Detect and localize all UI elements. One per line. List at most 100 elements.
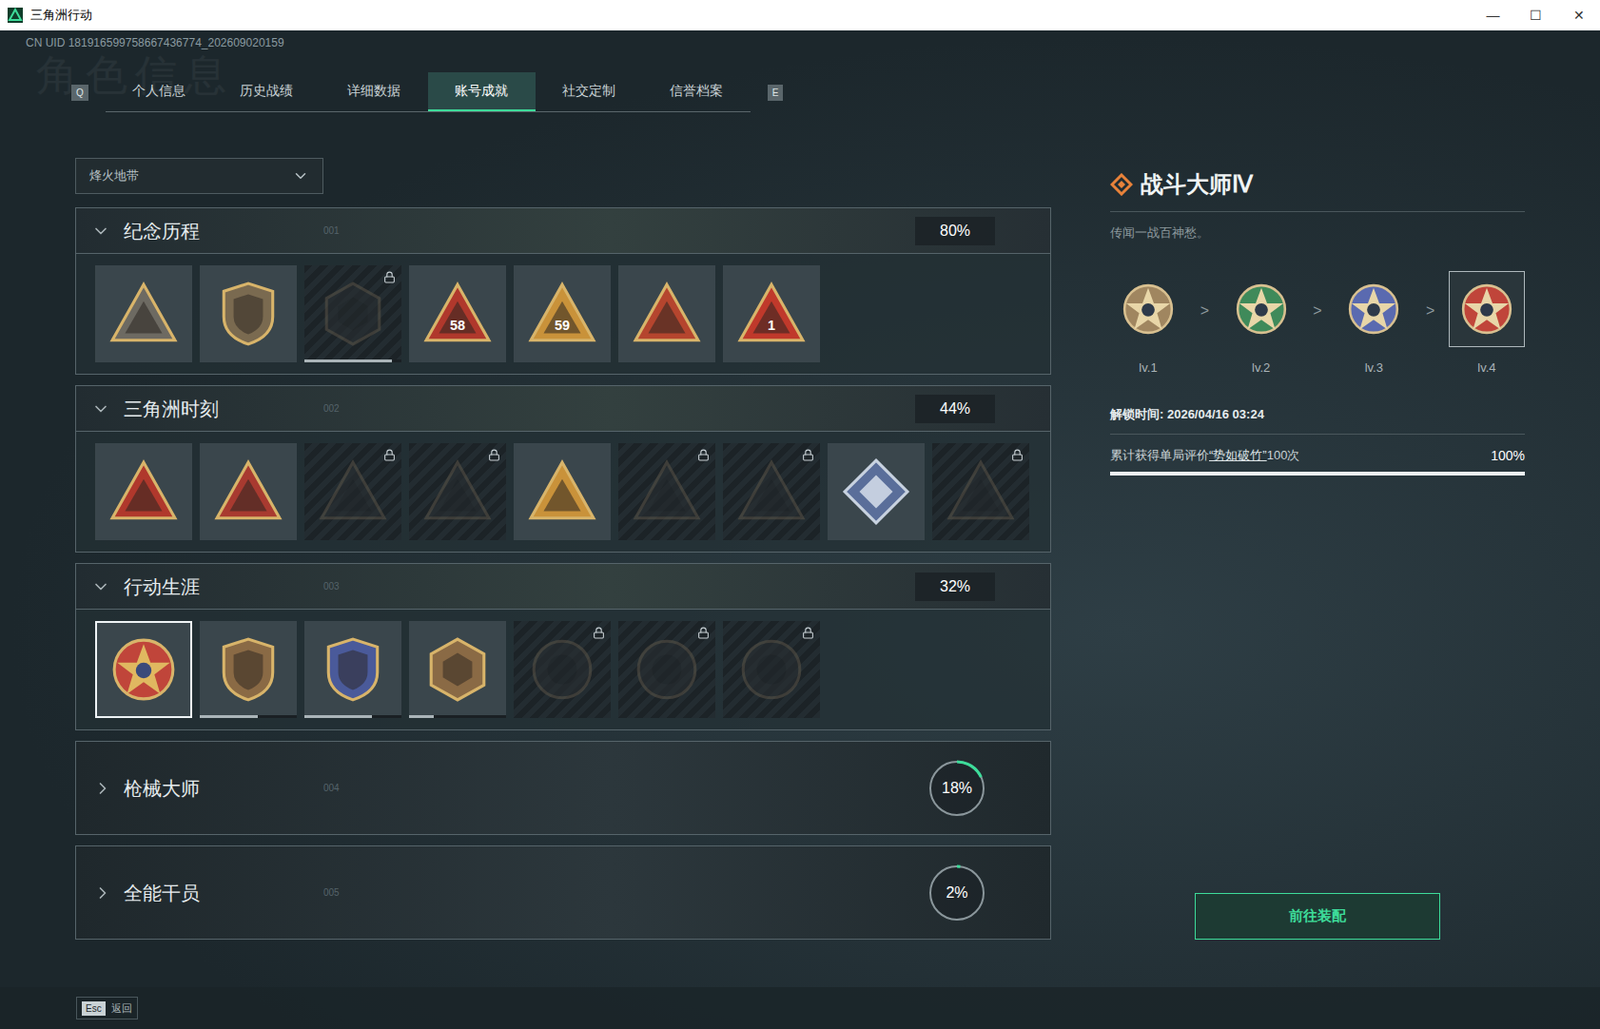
badge-icon [318,635,388,704]
achievement-section[interactable]: 全能干员0052% [75,845,1052,940]
key-hint: E [767,84,784,101]
achievement-badge[interactable] [95,265,193,363]
lock-icon [383,271,396,284]
tab[interactable]: 历史战绩 [213,72,321,112]
back-button[interactable]: Esc返回 [76,996,138,1021]
tab[interactable]: 账号成就 [428,72,536,112]
achievement-section: 纪念历程00180%58591 [75,207,1052,375]
badge-progress [304,715,402,719]
achievement-badge[interactable] [95,443,193,541]
section-header[interactable]: 三角洲时刻00244% [76,386,1051,432]
achievement-badge[interactable] [199,621,297,719]
level-badge-icon [1345,280,1403,338]
app-window: 三角洲行动—☐✕角色信息CN UID 181916599758667436774… [0,0,1600,1029]
condition: 累计获得单局评价“势如破竹”100次100% [1110,446,1525,467]
tab[interactable]: 社交定制 [535,72,644,112]
achievement-badge[interactable] [932,443,1030,541]
diamond-icon [1110,173,1133,196]
achievement-badge[interactable] [618,265,716,363]
achievement-section[interactable]: 枪械大师00418% [75,741,1052,836]
unlock-time: 解锁时间: 2026/04/16 03:24 [1110,405,1525,435]
section-code: 001 [323,223,340,238]
achievement-badge[interactable] [304,443,402,541]
lock-icon [1011,448,1024,462]
achievement-column: 烽火地带纪念历程00180%58591三角洲时刻00244%行动生涯00332%… [75,157,1052,940]
level-row: lv.1>lv.2>lv.3>lv.4 [1110,271,1525,378]
section-title: 行动生涯 [123,572,324,602]
chevron-down-icon [91,399,111,419]
badge-row [76,609,1051,730]
equip-button[interactable]: 前往装配 [1194,893,1441,940]
lock-icon [801,448,815,462]
achievement-badge[interactable] [199,443,297,541]
dropdown-arrow-icon [292,167,310,185]
detail-title: 战斗大师Ⅳ [1140,167,1253,202]
achievement-badge[interactable] [513,621,611,719]
level-item[interactable]: lv.1 [1110,271,1187,378]
achievement-badge[interactable] [95,621,193,719]
section-percent: 32% [915,572,996,602]
badge-icon [841,457,911,527]
section-title: 全能干员 [123,878,324,908]
window-control[interactable]: ☐ [1514,5,1558,26]
svg-text:1: 1 [767,317,776,333]
level-item[interactable]: lv.3 [1335,271,1412,378]
badge-icon [214,457,283,527]
achievement-badge[interactable] [618,443,716,541]
badge-icon [214,279,283,349]
tab[interactable]: 个人信息 [105,72,214,112]
tab[interactable]: 信誉档案 [643,72,751,112]
uid-label: CN UID 181916599758667436774_20260902015… [0,30,1600,52]
badge-icon [632,279,702,349]
tab-bar: Q个人信息历史战绩详细数据账号成就社交定制信誉档案E [71,72,1600,113]
badge-icon [318,279,388,349]
badge-icon [632,457,702,527]
level-badge-icon [1232,280,1290,338]
badge-progress [199,715,297,719]
key-hint: Esc [81,1001,106,1016]
badge-icon: 59 [527,279,597,349]
achievement-badge[interactable] [409,443,507,541]
lock-icon [487,448,501,462]
section-title: 枪械大师 [123,774,324,803]
level-item[interactable]: lv.4 [1448,271,1525,378]
badge-icon [632,635,702,704]
badge-icon [946,457,1015,527]
mode-dropdown[interactable]: 烽火地带 [75,157,324,195]
tab[interactable]: 详细数据 [320,72,429,112]
achievement-badge[interactable] [618,621,716,719]
window-control[interactable]: — [1471,5,1515,26]
badge-icon [737,457,806,527]
section-header[interactable]: 纪念历程00180% [76,208,1051,254]
lock-icon [801,626,815,640]
achievement-badge[interactable] [304,621,402,719]
section-code: 002 [323,401,340,416]
achievement-badge[interactable] [199,265,297,363]
achievement-badge[interactable] [827,443,925,541]
badge-row [76,431,1051,552]
chevron-right-icon [93,883,113,903]
level-label: lv.4 [1477,358,1496,378]
achievement-badge[interactable] [513,443,611,541]
achievement-badge[interactable] [304,265,402,363]
badge-progress [304,359,402,363]
badge-icon [109,457,178,527]
condition-percent: 100% [1490,446,1525,467]
level-item[interactable]: lv.2 [1223,271,1300,378]
level-label: lv.1 [1138,358,1157,378]
window-control[interactable]: ✕ [1557,5,1600,26]
level-separator: > [1200,299,1210,323]
achievement-badge[interactable]: 59 [513,265,611,363]
achievement-badge[interactable] [722,621,820,719]
lock-icon [592,626,605,640]
achievement-badge[interactable] [722,443,820,541]
achievement-badge[interactable]: 1 [722,265,820,363]
section-header[interactable]: 行动生涯00332% [76,564,1051,610]
achievement-badge[interactable] [409,621,507,719]
level-separator: > [1425,299,1435,323]
achievement-section: 三角洲时刻00244% [75,385,1052,553]
badge-icon: 1 [737,279,806,349]
section-percent: 80% [915,216,996,246]
title-bar: 三角洲行动—☐✕ [0,0,1600,31]
achievement-badge[interactable]: 58 [409,265,507,363]
